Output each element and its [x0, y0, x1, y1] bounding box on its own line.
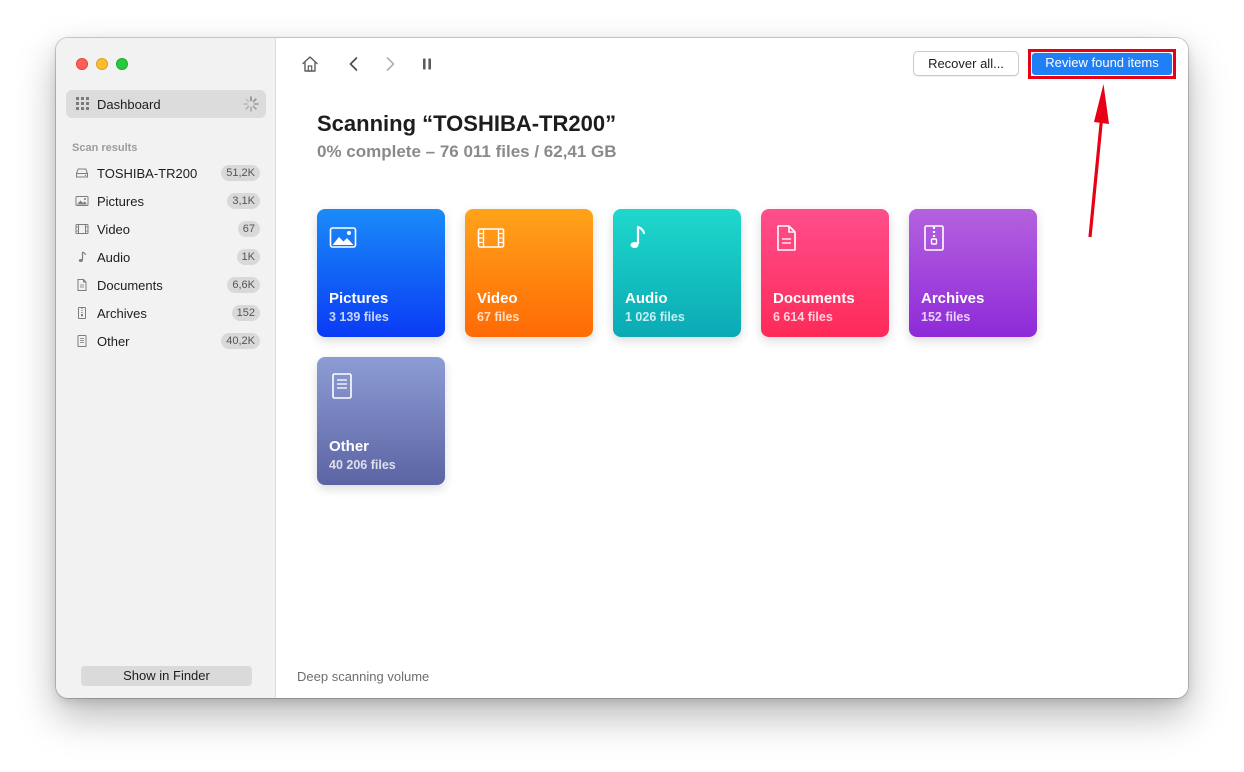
film-icon: [477, 228, 505, 248]
sidebar-item-archives[interactable]: Archives 152: [56, 299, 276, 327]
home-icon[interactable]: [300, 54, 320, 74]
tile-title: Documents: [773, 290, 855, 307]
forward-icon[interactable]: [380, 54, 400, 74]
pause-icon[interactable]: [417, 54, 437, 74]
image-icon: [329, 227, 357, 248]
sidebar-item-dashboard[interactable]: Dashboard: [66, 90, 266, 118]
main-content: Recover all... Review found items Scanni…: [277, 38, 1188, 698]
tile-count: 6 614 files: [773, 310, 833, 324]
tile-documents[interactable]: Documents 6 614 files: [761, 209, 889, 337]
sidebar-item-audio[interactable]: Audio 1K: [56, 243, 276, 271]
archive-icon: [924, 225, 944, 251]
close-window-button[interactable]: [76, 58, 88, 70]
tile-pictures[interactable]: Pictures 3 139 files: [317, 209, 445, 337]
scan-results-list: TOSHIBA-TR200 51,2K Pictures 3,1K Video …: [56, 159, 276, 355]
tile-title: Other: [329, 438, 370, 455]
file-icon: [77, 335, 87, 347]
count-badge: 1K: [236, 249, 260, 265]
scan-progress-text: 0% complete – 76 011 files / 62,41 GB: [317, 142, 617, 161]
sidebar-item-documents[interactable]: Documents 6,6K: [56, 271, 276, 299]
sidebar-item-video[interactable]: Video 67: [56, 215, 276, 243]
sidebar-item-label: Other: [97, 334, 130, 349]
sidebar-item-pictures[interactable]: Pictures 3,1K: [56, 187, 276, 215]
tile-count: 152 files: [921, 310, 971, 324]
sidebar-item-label: Documents: [97, 278, 163, 293]
count-badge: 3,1K: [227, 193, 260, 209]
spinner-icon: [243, 96, 259, 112]
show-in-finder-button[interactable]: Show in Finder: [81, 666, 252, 686]
tile-title: Pictures: [329, 290, 389, 307]
drive-icon: [76, 168, 88, 178]
review-highlight-box: Review found items: [1028, 49, 1176, 79]
tile-title: Audio: [625, 290, 668, 307]
document-icon: [777, 225, 796, 251]
recover-all-button[interactable]: Recover all...: [913, 51, 1019, 76]
sidebar-item-label: Audio: [97, 250, 131, 265]
tile-count: 40 206 files: [329, 458, 396, 472]
tile-title: Archives: [921, 290, 985, 307]
page-title: Scanning “TOSHIBA-TR200”: [317, 111, 617, 136]
sidebar-item-toshiba[interactable]: TOSHIBA-TR200 51,2K: [56, 159, 276, 187]
count-badge: 51,2K: [221, 165, 260, 181]
grid-icon: [76, 97, 89, 110]
tile-count: 1 026 files: [625, 310, 685, 324]
sidebar-item-label: Archives: [97, 306, 147, 321]
sidebar: Dashboard Scan results TOSHIBA-TR200 51,…: [56, 38, 276, 698]
minimize-window-button[interactable]: [96, 58, 108, 70]
image-icon: [75, 196, 89, 206]
review-found-items-button[interactable]: Review found items: [1032, 53, 1172, 75]
film-icon: [75, 224, 89, 234]
zoom-window-button[interactable]: [116, 58, 128, 70]
music-note-icon: [630, 225, 646, 248]
archive-icon: [78, 307, 86, 319]
sidebar-item-label: Video: [97, 222, 131, 237]
sidebar-item-label: Pictures: [97, 194, 144, 209]
section-title-scan-results: Scan results: [72, 142, 138, 154]
sidebar-item-label: Dashboard: [97, 97, 161, 112]
count-badge: 152: [231, 305, 260, 321]
tile-audio[interactable]: Audio 1 026 files: [613, 209, 741, 337]
app-window: Dashboard Scan results TOSHIBA-TR200 51,…: [56, 38, 1188, 698]
tile-archives[interactable]: Archives 152 files: [909, 209, 1037, 337]
count-badge: 40,2K: [221, 333, 260, 349]
count-badge: 6,6K: [227, 277, 260, 293]
status-text: Deep scanning volume: [297, 669, 430, 684]
tile-count: 3 139 files: [329, 310, 389, 324]
document-icon: [77, 279, 87, 291]
back-icon[interactable]: [344, 54, 364, 74]
sidebar-item-label: TOSHIBA-TR200: [97, 166, 198, 181]
sidebar-item-other[interactable]: Other 40,2K: [56, 327, 276, 355]
annotation-arrow-icon: [1088, 84, 1109, 238]
tile-other[interactable]: Other 40 206 files: [317, 357, 445, 485]
tile-title: Video: [477, 290, 518, 307]
window-controls: [76, 58, 128, 70]
tile-count: 67 files: [477, 310, 520, 324]
music-note-icon: [78, 251, 87, 262]
file-icon: [332, 373, 352, 399]
count-badge: 67: [237, 221, 260, 237]
tile-video[interactable]: Video 67 files: [465, 209, 593, 337]
